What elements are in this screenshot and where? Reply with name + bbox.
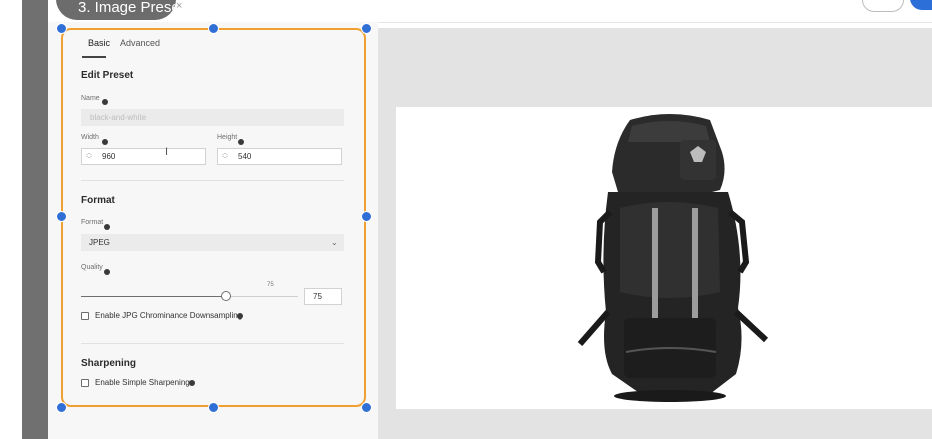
info-icon[interactable] — [189, 380, 195, 386]
resize-handle-top-right[interactable] — [361, 23, 372, 34]
name-label: Name — [81, 95, 100, 102]
text-cursor-icon: I — [165, 146, 169, 158]
width-label: Width — [81, 134, 99, 141]
stepper-icon[interactable]: ︿ ﹀ — [221, 151, 229, 163]
format-select[interactable]: JPEG — [81, 234, 344, 251]
sharpening-heading: Sharpening — [81, 358, 137, 369]
stepper-icon[interactable]: ︿ ﹀ — [85, 151, 93, 163]
quality-slider-track[interactable] — [230, 296, 298, 297]
name-field: black-and-white — [81, 109, 344, 126]
tab-advanced[interactable]: Advanced — [120, 38, 160, 48]
quality-slider-thumb[interactable] — [221, 291, 231, 301]
resize-handle-bottom-right[interactable] — [361, 402, 372, 413]
top-bar-divider — [378, 22, 932, 23]
info-icon[interactable] — [102, 99, 108, 105]
resize-handle-bottom[interactable] — [208, 402, 219, 413]
backpack-image — [577, 114, 769, 402]
preset-editor-panel — [61, 28, 366, 407]
resize-handle-bottom-left[interactable] — [56, 402, 67, 413]
resize-handle-left[interactable] — [56, 211, 67, 222]
window-title: 3. Image Presets — [56, 0, 176, 20]
resize-handle-top-left[interactable] — [56, 23, 67, 34]
secondary-button[interactable] — [862, 0, 904, 12]
info-icon[interactable] — [102, 139, 108, 145]
chevron-down-icon[interactable]: ⌄ — [331, 238, 338, 247]
quality-label: Quality — [81, 264, 103, 271]
left-rail — [0, 0, 22, 439]
canvas-gutter — [22, 0, 48, 439]
info-icon[interactable] — [104, 269, 110, 275]
chroma-downsampling-checkbox[interactable] — [81, 312, 89, 320]
quality-slider-value: 75 — [267, 282, 274, 288]
resize-handle-top[interactable] — [208, 23, 219, 34]
info-icon[interactable] — [237, 313, 243, 319]
quality-slider-fill — [81, 296, 225, 297]
info-icon[interactable] — [104, 224, 110, 230]
active-tab-indicator — [82, 56, 106, 58]
chroma-downsampling-label: Enable JPG Chrominance Downsampling — [95, 311, 243, 320]
width-field[interactable]: 960 — [81, 148, 206, 165]
quality-input[interactable]: 75 — [304, 288, 342, 305]
edit-preset-heading: Edit Preset — [81, 70, 134, 81]
resize-handle-right[interactable] — [361, 211, 372, 222]
height-label: Height — [217, 134, 238, 141]
section-divider — [81, 180, 344, 181]
close-icon[interactable]: × — [176, 0, 182, 12]
tab-basic[interactable]: Basic — [88, 38, 110, 48]
section-divider — [81, 343, 344, 344]
format-heading: Format — [81, 195, 115, 206]
height-field[interactable]: 540 — [217, 148, 342, 165]
format-label: Format — [81, 219, 104, 226]
simple-sharpening-checkbox[interactable] — [81, 379, 89, 387]
simple-sharpening-label: Enable Simple Sharpening — [95, 378, 190, 387]
info-icon[interactable] — [238, 139, 244, 145]
